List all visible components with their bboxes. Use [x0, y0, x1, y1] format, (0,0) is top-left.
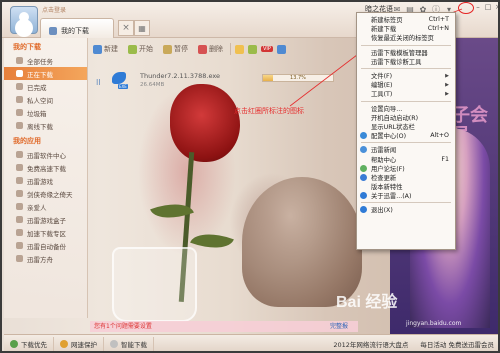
- status-label: 下载优先: [21, 341, 47, 349]
- tip-bar: 您有1个问题需要设置: [90, 321, 358, 332]
- menu-item[interactable]: 迅雷新闻: [357, 145, 455, 154]
- menu-item[interactable]: 编辑(E) ▶: [357, 80, 455, 90]
- menu-item-label: 帮助中心: [371, 156, 397, 164]
- download-priority-toggle[interactable]: 下载优先: [4, 336, 54, 351]
- status-label: 网速保护: [71, 341, 97, 349]
- menu-item[interactable]: 迅雷下载诊断工具: [357, 57, 455, 66]
- app-window: 子会员 点击登录 我的下载 × ▦ 暗之花语 ✉ ▤ ✿ ⓘ ▾ – □ × 新: [0, 0, 500, 353]
- menu-item[interactable]: 关于迅雷...(A): [357, 191, 455, 200]
- main-menu: 新建标签页 Ctrl+T 新建下载 Ctrl+N 恢复最近关闭的标签页 迅雷下载模板管理器…: [356, 12, 456, 250]
- menu-item-label: 迅雷新闻: [371, 147, 397, 155]
- tip-link[interactable]: 完整报: [330, 321, 348, 332]
- menu-item-icon: [360, 164, 367, 172]
- baidu-watermark-url: jingyan.baidu.com: [406, 320, 462, 327]
- menu-item-label: 文件(F): [371, 73, 393, 81]
- menu-item-label: 配置中心(O): [371, 133, 407, 141]
- menu-item-label: 退出(X): [371, 207, 393, 215]
- menu-item[interactable]: 新建标签页 Ctrl+T: [357, 15, 455, 24]
- menu-item-label: 显示URL状态栏: [371, 123, 415, 131]
- baidu-watermark: Bai 经验: [336, 294, 398, 311]
- menu-separator: [361, 100, 451, 102]
- smart-icon: [110, 340, 118, 348]
- menu-item[interactable]: 新建下载 Ctrl+N: [357, 24, 455, 33]
- menu-item-icon: [360, 173, 367, 181]
- menu-item[interactable]: 检查更新: [357, 173, 455, 182]
- priority-icon: [10, 340, 18, 348]
- submenu-arrow-icon: ▶: [445, 81, 449, 88]
- menu-item-icon: [360, 192, 367, 200]
- menu-item[interactable]: 恢复最近关闭的标签页: [357, 33, 455, 42]
- menu-item[interactable]: 版本新特性: [357, 182, 455, 191]
- smart-download-toggle[interactable]: 智能下载: [104, 336, 154, 351]
- menu-item-icon: [360, 146, 367, 154]
- menu-item-icon: [360, 132, 367, 140]
- menu-item[interactable]: 用户论坛(F): [357, 164, 455, 173]
- menu-item-shortcut: Ctrl+T: [428, 16, 449, 24]
- menu-item[interactable]: 工具(T) ▶: [357, 89, 455, 99]
- menu-item-icon: [360, 206, 367, 214]
- menu-item[interactable]: 显示URL状态栏: [357, 122, 455, 131]
- menu-item-shortcut: Alt+O: [430, 132, 449, 140]
- menu-item-label: 版本新特性: [371, 184, 403, 192]
- menu-item-label: 关于迅雷...(A): [371, 193, 412, 201]
- news-link[interactable]: 2012年网络流行语大盘点: [327, 339, 414, 349]
- submenu-arrow-icon: ▶: [445, 90, 449, 97]
- network-protect-toggle[interactable]: 网速保护: [54, 336, 104, 351]
- menu-item-label: 恢复最近关闭的标签页: [371, 35, 434, 43]
- annotation-text: 点击红圈所标注的图标: [234, 107, 304, 115]
- submenu-arrow-icon: ▶: [445, 72, 449, 79]
- menu-item[interactable]: 退出(X): [357, 205, 455, 214]
- menu-item[interactable]: 配置中心(O) Alt+O: [357, 131, 455, 140]
- menu-item-label: 开机自动启动(R): [371, 114, 419, 122]
- menu-item-label: 新建下载: [371, 26, 397, 34]
- promo-link[interactable]: 每日活动 免费送迅雷会员: [414, 339, 498, 349]
- menu-item-label: 用户论坛(F): [371, 165, 405, 173]
- menu-item-label: 工具(T): [371, 91, 393, 99]
- menu-item[interactable]: 文件(F) ▶: [357, 71, 455, 81]
- menu-item[interactable]: 帮助中心 F1: [357, 154, 455, 164]
- menu-item-label: 设置向导...: [371, 105, 403, 113]
- status-label: 智能下载: [121, 341, 147, 349]
- menu-item-label: 迅雷下载模板管理器: [371, 49, 428, 57]
- menu-item[interactable]: 迅雷下载模板管理器: [357, 48, 455, 57]
- menu-separator: [361, 44, 451, 46]
- menu-item[interactable]: 开机自动启动(R): [357, 113, 455, 122]
- menu-item-shortcut: F1: [441, 155, 449, 163]
- menu-item[interactable]: 设置向导...: [357, 104, 455, 113]
- menu-item-label: 检查更新: [371, 174, 397, 182]
- menu-item-label: 迅雷下载诊断工具: [371, 58, 422, 66]
- menu-item-label: 新建标签页: [371, 17, 403, 25]
- shield-icon: [60, 340, 68, 348]
- menu-separator: [361, 67, 451, 69]
- menu-item-label: 编辑(E): [371, 82, 393, 90]
- status-bar: 下载优先 网速保护 智能下载 2012年网络流行语大盘点 每日活动 免费送迅雷会…: [4, 334, 498, 351]
- menu-separator: [361, 202, 451, 204]
- menu-item-shortcut: Ctrl+N: [427, 25, 449, 33]
- menu-separator: [361, 142, 451, 144]
